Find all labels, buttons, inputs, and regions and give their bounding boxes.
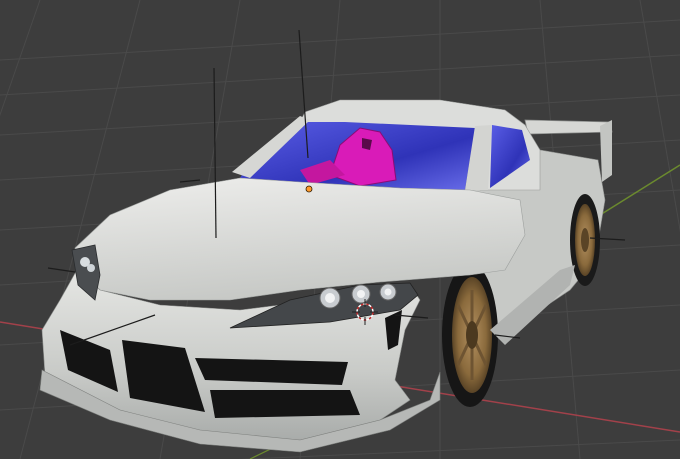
rear-wheel xyxy=(570,194,600,286)
front-wheel xyxy=(442,263,498,407)
viewport-canvas[interactable] xyxy=(0,0,680,459)
3d-viewport[interactable] xyxy=(0,0,680,459)
origin-dot-icon[interactable] xyxy=(305,185,313,193)
car-model[interactable] xyxy=(39,99,613,453)
